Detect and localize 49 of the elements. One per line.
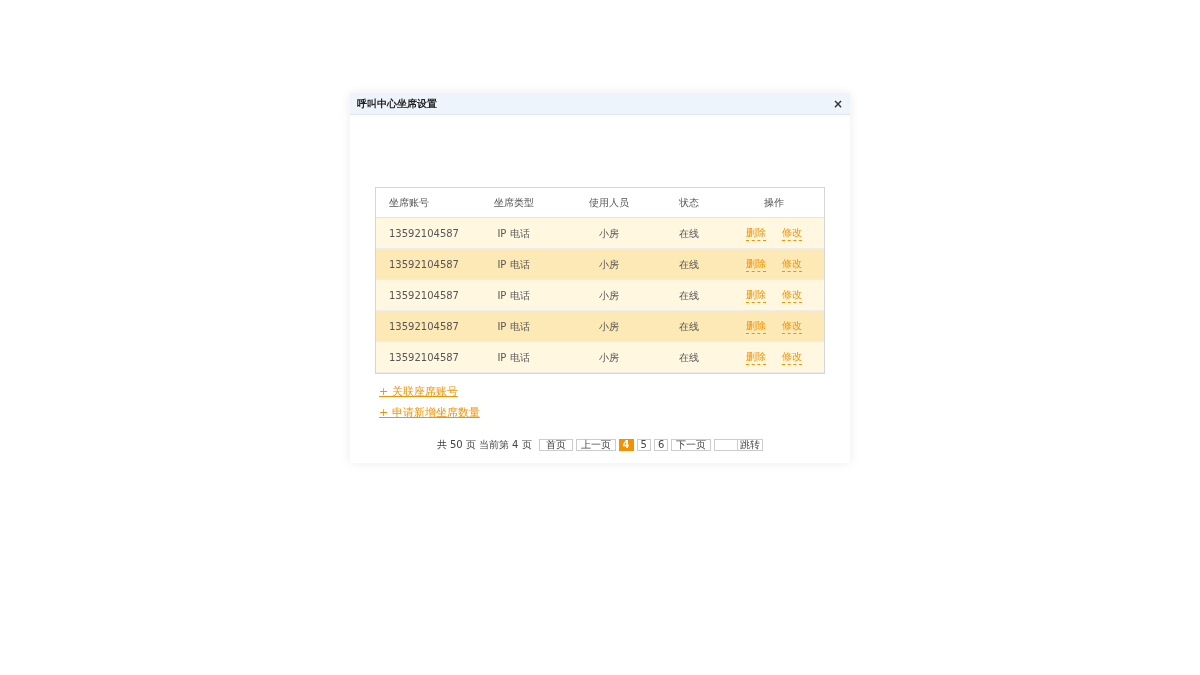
table-cell-text: 13592104587: [388, 319, 460, 334]
table-cell-text: 13592104587: [388, 350, 460, 365]
action-link[interactable]: 修改: [781, 225, 802, 241]
next-page-button[interactable]: 下一页: [671, 438, 712, 451]
table-cell-text: 小房: [597, 257, 620, 272]
column-header: 坐席账号: [388, 196, 430, 210]
page-total: 共 50 页: [436, 438, 476, 452]
action-link[interactable]: 删除: [745, 287, 766, 303]
table-cell-text: 小房: [597, 350, 620, 365]
table-cell-text: IP 电话: [496, 350, 531, 365]
action-link[interactable]: 修改: [781, 256, 802, 272]
table-cell-text: 小房: [597, 319, 620, 334]
column-header: 操作: [762, 196, 785, 210]
table-cell-text: 在线: [677, 257, 700, 272]
action-link[interactable]: 删除: [745, 256, 766, 272]
table-cell-text: IP 电话: [496, 226, 531, 241]
table-cell-text: 小房: [597, 288, 620, 303]
table-cell-text: IP 电话: [496, 319, 531, 334]
prev-page-button[interactable]: 上一页: [575, 438, 616, 451]
page-button[interactable]: 5: [636, 438, 651, 451]
action-link[interactable]: 修改: [781, 349, 802, 365]
close-button[interactable]: ×: [832, 97, 843, 110]
first-page-button[interactable]: 首页: [538, 438, 573, 451]
table-cell-text: 在线: [677, 226, 700, 241]
action-link[interactable]: 修改: [781, 287, 802, 303]
action-link[interactable]: 删除: [745, 349, 766, 365]
page-button[interactable]: 6: [653, 438, 669, 451]
table-cell-text: 小房: [597, 226, 620, 241]
column-header: 状态: [677, 196, 700, 210]
action-link[interactable]: 删除: [745, 225, 766, 241]
current-page-text: 当前第 4 页: [478, 438, 532, 452]
page-button[interactable]: 4: [618, 438, 634, 451]
jump-button[interactable]: 跳转: [738, 438, 764, 451]
page-input[interactable]: [714, 438, 739, 451]
dialog-title: 呼叫中心坐席设置: [357, 97, 437, 111]
column-header: 坐席类型: [492, 196, 535, 210]
table-cell-text: IP 电话: [496, 257, 531, 272]
table-cell-text: 13592104587: [388, 226, 460, 241]
table-cell-text: 在线: [677, 350, 700, 365]
column-header: 使用人员: [587, 196, 630, 210]
table-cell-text: 在线: [677, 319, 700, 334]
add-link[interactable]: + 关联座席账号: [379, 384, 458, 401]
action-link[interactable]: 修改: [781, 318, 802, 334]
table-cell-text: 在线: [677, 288, 700, 303]
action-link[interactable]: 删除: [745, 318, 766, 334]
add-link[interactable]: + 申请新增坐席数量: [379, 404, 480, 421]
table-cell-text: 13592104587: [388, 257, 460, 272]
table-cell-text: 13592104587: [388, 288, 460, 303]
table-cell-text: IP 电话: [496, 288, 531, 303]
